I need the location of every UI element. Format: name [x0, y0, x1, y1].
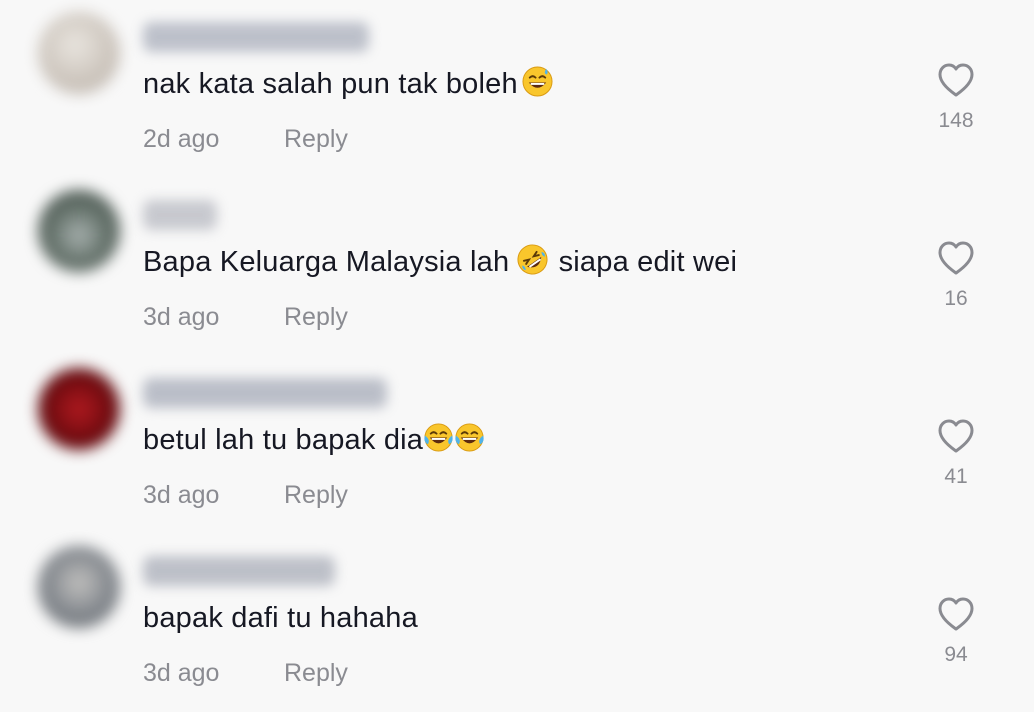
- like-button[interactable]: 41: [926, 418, 986, 489]
- comment-item: Bapa Keluarga Malaysia lah siapa edit we…: [0, 178, 1034, 356]
- reply-button[interactable]: Reply: [284, 125, 348, 153]
- comment-meta: 3d ago Reply: [143, 657, 348, 689]
- username-blurred[interactable]: [143, 22, 369, 52]
- comment-text-main: betul lah tu bapak dia: [143, 424, 424, 456]
- rofl-emoji-icon: [517, 244, 548, 275]
- comment-time: 3d ago: [143, 481, 220, 509]
- heart-outline-icon[interactable]: [937, 62, 975, 98]
- avatar[interactable]: [38, 190, 120, 272]
- comment-text-after: siapa edit wei: [550, 246, 738, 278]
- reply-button[interactable]: Reply: [284, 303, 348, 331]
- comment-item: betul lah tu bapak dia 3d ago Reply 41: [0, 356, 1034, 534]
- username-blurred[interactable]: [143, 200, 217, 230]
- grinning-sweat-emoji-icon: [522, 66, 553, 97]
- heart-outline-icon[interactable]: [937, 418, 975, 454]
- comment-item: bapak dafi tu hahaha 3d ago Reply 94: [0, 534, 1034, 712]
- avatar[interactable]: [38, 546, 120, 628]
- like-count: 16: [944, 287, 968, 310]
- comment-time: 3d ago: [143, 659, 220, 687]
- like-count: 94: [944, 643, 968, 666]
- comment-item: nak kata salah pun tak boleh 2d ago Reply…: [0, 0, 1034, 178]
- like-button[interactable]: 94: [926, 596, 986, 667]
- comment-text: betul lah tu bapak dia: [143, 422, 485, 458]
- comment-text: Bapa Keluarga Malaysia lah siapa edit we…: [143, 244, 737, 280]
- comment-meta: 2d ago Reply: [143, 123, 348, 155]
- comment-meta: 3d ago Reply: [143, 479, 348, 511]
- comment-text-main: nak kata salah pun tak boleh: [143, 68, 518, 100]
- comment-time: 3d ago: [143, 303, 220, 331]
- reply-button[interactable]: Reply: [284, 481, 348, 509]
- tears-of-joy-emoji-icon: [424, 423, 453, 452]
- heart-outline-icon[interactable]: [937, 596, 975, 632]
- reply-button[interactable]: Reply: [284, 659, 348, 687]
- heart-outline-icon[interactable]: [937, 240, 975, 276]
- username-blurred[interactable]: [143, 378, 387, 408]
- tears-of-joy-emoji-icon: [455, 423, 484, 452]
- comment-meta: 3d ago Reply: [143, 301, 348, 333]
- like-button[interactable]: 148: [926, 62, 986, 133]
- like-button[interactable]: 16: [926, 240, 986, 311]
- avatar[interactable]: [38, 368, 120, 450]
- comment-text-main: Bapa Keluarga Malaysia lah: [143, 246, 510, 278]
- comment-text: bapak dafi tu hahaha: [143, 600, 418, 636]
- comment-text: nak kata salah pun tak boleh: [143, 66, 553, 102]
- like-count: 41: [944, 465, 968, 488]
- comment-text-main: bapak dafi tu hahaha: [143, 602, 418, 634]
- avatar[interactable]: [38, 12, 120, 94]
- like-count: 148: [938, 109, 974, 132]
- username-blurred[interactable]: [143, 556, 335, 586]
- comment-time: 2d ago: [143, 125, 220, 153]
